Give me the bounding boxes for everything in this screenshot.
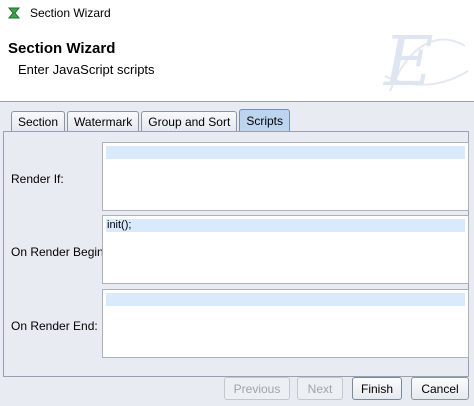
on-render-end-label: On Render End:: [11, 319, 98, 333]
window-title: Section Wizard: [30, 5, 111, 20]
app-icon: [7, 7, 21, 18]
tab-bar: Section Watermark Group and Sort Scripts: [11, 109, 292, 132]
scripts-panel: Render If: On Render Begin: init(); On R…: [3, 131, 469, 377]
cancel-button[interactable]: Cancel: [411, 377, 469, 400]
on-render-begin-line: init();: [106, 219, 465, 232]
tab-scripts[interactable]: Scripts: [239, 109, 291, 132]
tab-section[interactable]: Section: [11, 111, 66, 132]
on-render-end-line: [106, 293, 465, 306]
render-if-label: Render If:: [11, 172, 64, 186]
on-render-begin-editor[interactable]: init();: [102, 215, 469, 284]
previous-button[interactable]: Previous: [224, 377, 290, 400]
render-if-editor[interactable]: [102, 142, 469, 211]
tab-watermark[interactable]: Watermark: [67, 111, 140, 132]
title-bar: Section Wizard: [0, 0, 474, 25]
next-button[interactable]: Next: [297, 377, 343, 400]
wizard-logo: E: [384, 25, 434, 102]
wizard-body: Section Watermark Group and Sort Scripts…: [0, 102, 474, 406]
tab-group-and-sort[interactable]: Group and Sort: [141, 111, 238, 132]
wizard-header: Section Wizard Enter JavaScript scripts …: [0, 25, 474, 102]
finish-button[interactable]: Finish: [352, 377, 402, 400]
on-render-begin-label: On Render Begin:: [11, 245, 108, 259]
render-if-line: [106, 146, 465, 159]
on-render-end-editor[interactable]: [102, 289, 469, 358]
wizard-subtitle: Enter JavaScript scripts: [18, 62, 155, 77]
wizard-title: Section Wizard: [8, 40, 116, 57]
wizard-buttons: Previous Next Finish Cancel: [0, 377, 474, 401]
